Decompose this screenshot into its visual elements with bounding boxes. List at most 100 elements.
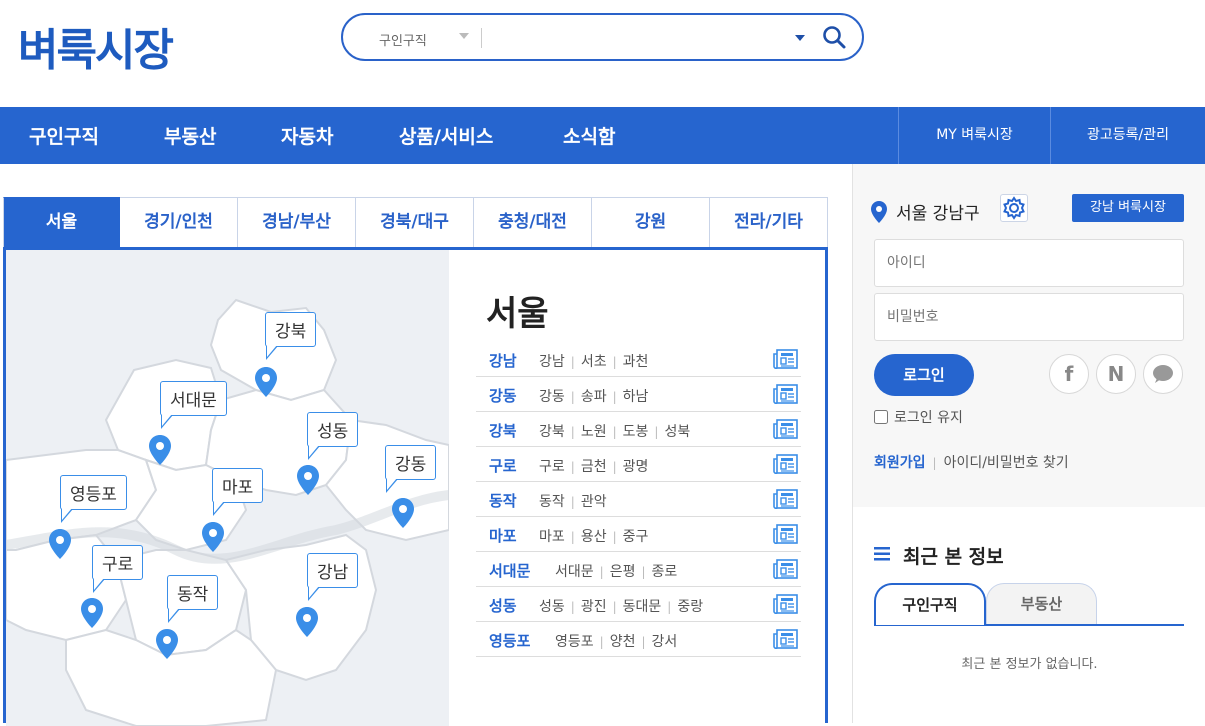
sub-district-link[interactable]: 종로 bbox=[652, 564, 678, 580]
sub-district-link[interactable]: 강남 bbox=[539, 354, 565, 370]
newspaper-icon[interactable] bbox=[773, 594, 798, 614]
sub-district-link[interactable]: 관악 bbox=[581, 494, 607, 510]
local-market-button[interactable]: 강남 벼룩시장 bbox=[1072, 194, 1184, 222]
map-pin-icon[interactable] bbox=[201, 521, 225, 553]
signup-link[interactable]: 회원가입 bbox=[874, 455, 926, 471]
newspaper-icon[interactable] bbox=[773, 629, 798, 649]
sub-district-link[interactable]: 서대문 bbox=[555, 564, 594, 580]
sub-district-link[interactable]: 영등포 bbox=[555, 634, 594, 650]
sub-district-link[interactable]: 구로 bbox=[539, 459, 565, 475]
nav-item-realestate[interactable]: 부동산 bbox=[164, 122, 216, 149]
chevron-down-icon[interactable] bbox=[459, 33, 469, 39]
sub-district-link[interactable]: 성북 bbox=[664, 424, 690, 440]
newspaper-icon[interactable] bbox=[773, 489, 798, 509]
dropdown-arrow-icon[interactable] bbox=[795, 35, 805, 41]
naver-login-button[interactable]: N bbox=[1096, 354, 1136, 394]
newspaper-icon[interactable] bbox=[773, 349, 798, 369]
sub-district-link[interactable]: 과천 bbox=[623, 354, 649, 370]
sub-district-link[interactable]: 송파 bbox=[581, 389, 607, 405]
site-logo[interactable]: 벼룩시장 bbox=[18, 14, 174, 78]
district-name-link[interactable]: 영등포 bbox=[489, 630, 530, 651]
location-settings-button[interactable] bbox=[1000, 194, 1028, 222]
nav-item-news[interactable]: 소식함 bbox=[563, 122, 615, 149]
sub-district-link[interactable]: 광명 bbox=[623, 459, 649, 475]
tab-gangwon[interactable]: 강원 bbox=[592, 197, 710, 248]
facebook-login-button[interactable]: f bbox=[1049, 354, 1089, 394]
region-tabs: 서울 경기/인천 경남/부산 경북/대구 충청/대전 강원 전라/기타 bbox=[3, 197, 828, 248]
map-pin-icon[interactable] bbox=[295, 606, 319, 638]
tab-gyeonggi[interactable]: 경기/인천 bbox=[120, 197, 238, 248]
map-pin-icon[interactable] bbox=[48, 528, 72, 560]
sub-district-link[interactable]: 용산 bbox=[581, 529, 607, 545]
sub-district-link[interactable]: 강동 bbox=[539, 389, 565, 405]
tab-seoul[interactable]: 서울 bbox=[3, 197, 120, 248]
sub-district-link[interactable]: 중랑 bbox=[677, 599, 703, 615]
keep-login-check[interactable] bbox=[874, 410, 888, 424]
recent-tab-jobs[interactable]: 구인구직 bbox=[874, 583, 986, 625]
sub-district-divider: | bbox=[612, 425, 617, 439]
map-pin-icon[interactable] bbox=[148, 434, 172, 466]
sub-district-link[interactable]: 동대문 bbox=[623, 599, 662, 615]
map-label-yeongdeungpo[interactable]: 영등포 bbox=[60, 475, 127, 523]
district-name-link[interactable]: 강남 bbox=[489, 350, 517, 371]
map-label-mapo[interactable]: 마포 bbox=[212, 468, 264, 516]
map-pin-icon[interactable] bbox=[296, 464, 320, 496]
find-account-link[interactable]: 아이디/비밀번호 찾기 bbox=[944, 455, 1069, 471]
newspaper-icon[interactable] bbox=[773, 384, 798, 404]
map-label-dongjak[interactable]: 동작 bbox=[167, 575, 219, 623]
sub-district-link[interactable]: 서초 bbox=[581, 354, 607, 370]
map-label-guro[interactable]: 구로 bbox=[92, 545, 144, 593]
district-name-link[interactable]: 구로 bbox=[489, 455, 517, 476]
newspaper-icon[interactable] bbox=[773, 559, 798, 579]
sub-district-link[interactable]: 광진 bbox=[581, 599, 607, 615]
district-name-link[interactable]: 성동 bbox=[489, 595, 517, 616]
map-label-gangbuk[interactable]: 강북 bbox=[265, 312, 317, 360]
sub-district-link[interactable]: 하남 bbox=[623, 389, 649, 405]
map-pin-icon[interactable] bbox=[391, 497, 415, 529]
nav-item-goods[interactable]: 상품/서비스 bbox=[399, 122, 493, 149]
sub-district-link[interactable]: 동작 bbox=[539, 494, 565, 510]
map-pin-icon[interactable] bbox=[80, 597, 104, 629]
newspaper-icon[interactable] bbox=[773, 419, 798, 439]
sub-district-link[interactable]: 중구 bbox=[623, 529, 649, 545]
keep-login-checkbox[interactable]: 로그인 유지 bbox=[874, 407, 963, 427]
search-input[interactable] bbox=[491, 25, 781, 51]
nav-my-button[interactable]: MY 벼룩시장 bbox=[898, 107, 1050, 164]
sub-district-link[interactable]: 마포 bbox=[539, 529, 565, 545]
map-pin-icon[interactable] bbox=[254, 366, 278, 398]
nav-item-cars[interactable]: 자동차 bbox=[281, 122, 333, 149]
map-label-gangnam[interactable]: 강남 bbox=[307, 553, 359, 601]
nav-ad-manage-button[interactable]: 광고등록/관리 bbox=[1050, 107, 1205, 164]
map-label-seongdong[interactable]: 성동 bbox=[307, 412, 359, 460]
tab-chungcheong[interactable]: 충청/대전 bbox=[474, 197, 592, 248]
sub-district-link[interactable]: 양천 bbox=[610, 634, 636, 650]
recent-tab-realestate[interactable]: 부동산 bbox=[986, 583, 1097, 625]
search-category-select[interactable]: 구인구직 bbox=[379, 30, 427, 49]
sub-district-link[interactable]: 강서 bbox=[652, 634, 678, 650]
district-name-link[interactable]: 동작 bbox=[489, 490, 517, 511]
sub-district-link[interactable]: 노원 bbox=[581, 424, 607, 440]
id-field[interactable] bbox=[874, 239, 1184, 287]
login-button[interactable]: 로그인 bbox=[874, 354, 974, 396]
map-pin-icon[interactable] bbox=[155, 628, 179, 660]
newspaper-icon[interactable] bbox=[773, 524, 798, 544]
district-name-link[interactable]: 강북 bbox=[489, 420, 517, 441]
password-field[interactable] bbox=[874, 293, 1184, 341]
map-label-seodaemun[interactable]: 서대문 bbox=[160, 381, 227, 429]
kakao-login-button[interactable] bbox=[1143, 354, 1183, 394]
district-name-link[interactable]: 마포 bbox=[489, 525, 517, 546]
tab-gyeongbuk[interactable]: 경북/대구 bbox=[356, 197, 474, 248]
sub-district-link[interactable]: 은평 bbox=[610, 564, 636, 580]
sub-district-link[interactable]: 강북 bbox=[539, 424, 565, 440]
sub-district-link[interactable]: 도봉 bbox=[623, 424, 649, 440]
map-label-gangdong[interactable]: 강동 bbox=[385, 445, 437, 493]
sub-district-link[interactable]: 금천 bbox=[581, 459, 607, 475]
district-name-link[interactable]: 서대문 bbox=[489, 560, 530, 581]
tab-jeolla[interactable]: 전라/기타 bbox=[710, 197, 828, 248]
sub-district-link[interactable]: 성동 bbox=[539, 599, 565, 615]
tab-gyeongnam[interactable]: 경남/부산 bbox=[238, 197, 356, 248]
nav-item-jobs[interactable]: 구인구직 bbox=[29, 122, 99, 149]
district-name-link[interactable]: 강동 bbox=[489, 385, 517, 406]
search-icon[interactable] bbox=[821, 24, 847, 50]
newspaper-icon[interactable] bbox=[773, 454, 798, 474]
